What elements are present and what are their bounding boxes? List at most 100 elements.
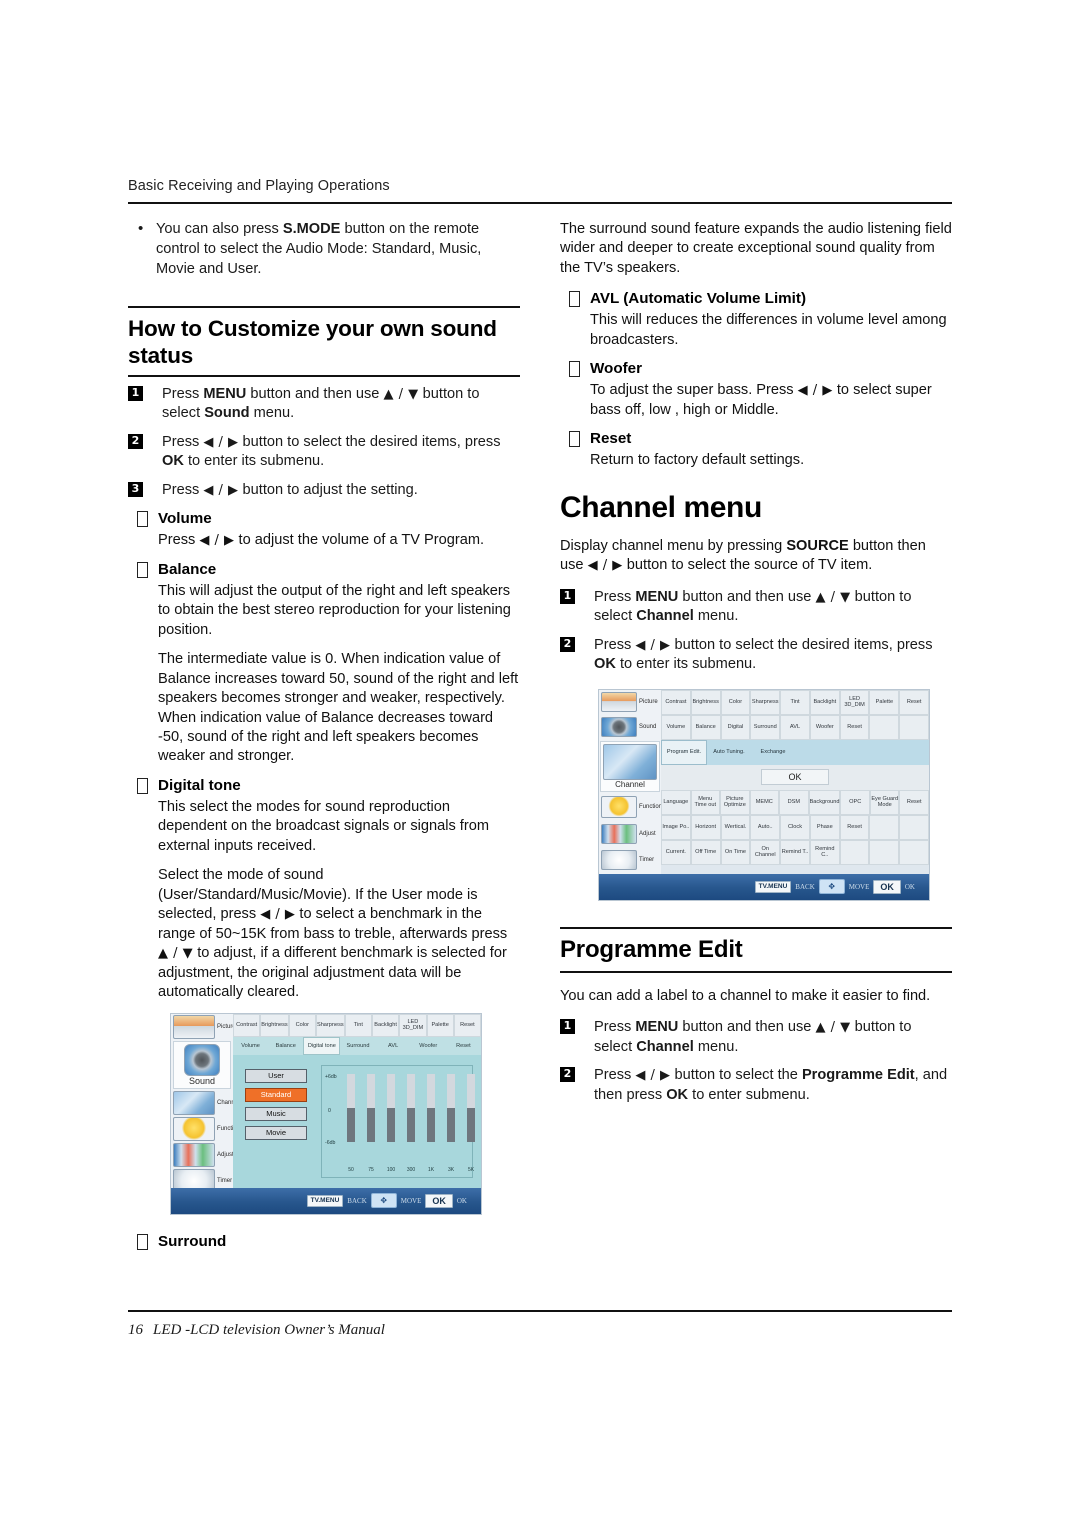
cell-auto-tuning[interactable]: Auto Tuning. (707, 740, 751, 765)
tab-woofer[interactable]: Woofer (411, 1037, 446, 1055)
tab-tint[interactable]: Tint (344, 1013, 372, 1037)
cell-picture-optimize[interactable]: Picture Optimize (720, 789, 750, 815)
cell-auto[interactable]: Auto.. (750, 814, 781, 840)
equalizer-chart: +6db 0 -6db 50 75 100 300 1K 3K 5K (321, 1064, 475, 1178)
ok-key[interactable]: OK (873, 879, 901, 894)
sidebar-item-label: Sound (639, 724, 657, 731)
cell-background[interactable]: Background (808, 789, 841, 815)
mode-button-standard[interactable]: Standard (245, 1087, 307, 1102)
cell-empty (839, 839, 870, 865)
move-label: MOVE (400, 1196, 422, 1205)
cell-clock[interactable]: Clock (780, 814, 810, 840)
dpad-icon[interactable]: ✥ (370, 1193, 397, 1209)
cell-program-edit[interactable]: Program Edit. (661, 739, 707, 765)
sidebar-item-sound[interactable]: Sound (173, 1040, 231, 1089)
cell-sharpness[interactable]: Sharpness (750, 689, 781, 715)
eq-bar[interactable] (367, 1073, 375, 1142)
updown-arrows-icon: ▲ / ▼ (383, 386, 419, 402)
tvmenu-key[interactable]: TV.MENU (306, 1194, 344, 1207)
cell-image-position[interactable]: Image Po.. (661, 814, 691, 840)
tab-color[interactable]: Color (288, 1013, 316, 1037)
cell-exchange[interactable]: Exchange (751, 740, 795, 765)
eq-axis-top: +6db (325, 1073, 337, 1080)
tab-surround[interactable]: Surround (340, 1037, 375, 1055)
sidebar-item-adjust[interactable]: Adjust (171, 1142, 234, 1168)
section-programme-edit: Programme Edit (560, 926, 952, 973)
sidebar-item-picture[interactable]: Picture (599, 690, 661, 715)
tab-led-3d-dim[interactable]: LED 3D_DIM (399, 1013, 427, 1037)
tab-backlight[interactable]: Backlight (371, 1013, 400, 1037)
tab-sharpness[interactable]: Sharpness (315, 1013, 345, 1037)
cell-reset[interactable]: Reset (839, 814, 870, 840)
sidebar-item-channel[interactable]: Channel (171, 1090, 239, 1116)
section-rule-top (560, 926, 952, 929)
eq-bar[interactable] (407, 1073, 415, 1142)
cell-digital[interactable]: Digital (720, 714, 751, 740)
box-bullet-icon (569, 431, 580, 448)
cell-memc[interactable]: MEMC (749, 789, 780, 815)
tab-reset[interactable]: Reset (453, 1013, 481, 1037)
cell-opc[interactable]: OPC (840, 789, 870, 815)
cell-on-time[interactable]: On Time (720, 839, 751, 865)
eq-bar[interactable] (467, 1073, 475, 1142)
tvmenu-key[interactable]: TV.MENU (754, 880, 792, 893)
tab-palette[interactable]: Palette (426, 1013, 454, 1037)
cell-brightness[interactable]: Brightness (690, 689, 721, 715)
cell-remind-time[interactable]: Remind T.. (780, 839, 810, 865)
cell-led-3d-dim[interactable]: LED 3D_DIM (839, 689, 870, 715)
cell-phase[interactable]: Phase (809, 814, 840, 840)
cell-menu-time-out[interactable]: Menu Time out (690, 789, 721, 815)
cell-color[interactable]: Color (720, 689, 751, 715)
updown-arrows-icon: ▲ / ▼ (815, 1020, 851, 1036)
cell-reset[interactable]: Reset (899, 689, 929, 715)
tab-balance[interactable]: Balance (268, 1037, 303, 1055)
cell-eye-guard-mode[interactable]: Eye Guard Mode (869, 789, 900, 815)
cell-balance[interactable]: Balance (690, 714, 721, 740)
osd-sound-panel: User Standard Music Movie +6db 0 -6db 50… (233, 1054, 481, 1188)
cell-dsm[interactable]: DSM (779, 789, 809, 815)
tab-avl[interactable]: AVL (376, 1037, 411, 1055)
sidebar-item-sound[interactable]: Sound (599, 715, 661, 740)
cell-language[interactable]: Language (661, 789, 691, 815)
sidebar-item-adjust[interactable]: Adjust (599, 821, 661, 847)
tab-reset[interactable]: Reset (446, 1037, 481, 1055)
mode-button-music[interactable]: Music (245, 1106, 307, 1121)
mode-button-movie[interactable]: Movie (245, 1125, 307, 1140)
sidebar-item-function[interactable]: Function (171, 1116, 240, 1142)
cell-tint[interactable]: Tint (780, 689, 810, 715)
eq-bar[interactable] (347, 1073, 355, 1142)
cell-volume[interactable]: Volume (661, 714, 691, 740)
cell-horizontal[interactable]: Horizont (690, 814, 721, 840)
tab-digital-tone[interactable]: Digital tone (303, 1036, 341, 1055)
cell-reset[interactable]: Reset (899, 789, 929, 815)
section-rule-bottom (560, 970, 952, 973)
sidebar-item-function[interactable]: Function (599, 793, 662, 821)
tab-contrast[interactable]: Contrast (233, 1013, 261, 1037)
tab-volume[interactable]: Volume (233, 1037, 268, 1055)
ok-key[interactable]: OK (425, 1193, 453, 1208)
dpad-icon[interactable]: ✥ (818, 879, 845, 895)
cell-remind-channel[interactable]: Remind C.. (809, 839, 840, 865)
cell-vertical[interactable]: Wertical. (720, 814, 751, 840)
sidebar-item-channel[interactable]: Channel (600, 740, 660, 792)
cell-current[interactable]: Current. (661, 839, 691, 865)
eq-bar[interactable] (387, 1073, 395, 1142)
cell-palette[interactable]: Palette (869, 689, 900, 715)
sidebar-item-timer[interactable]: Timer (599, 847, 661, 873)
eq-bar[interactable] (427, 1073, 435, 1142)
cell-on-channel[interactable]: On Channel (750, 839, 781, 865)
sidebar-item-picture[interactable]: Picture (171, 1014, 236, 1040)
cell-avl[interactable]: AVL (780, 714, 810, 740)
cell-reset[interactable]: Reset (839, 714, 870, 740)
subheading-label: Woofer (590, 360, 643, 378)
table-row-sound: Volume Balance Digital Surround AVL Woof… (661, 714, 929, 740)
cell-surround[interactable]: Surround (750, 714, 781, 740)
eq-bar[interactable] (447, 1073, 455, 1142)
cell-off-time[interactable]: Off Time (690, 839, 721, 865)
cell-backlight[interactable]: Backlight (809, 689, 840, 715)
cell-contrast[interactable]: Contrast (661, 689, 691, 715)
cell-woofer[interactable]: Woofer (809, 714, 840, 740)
ok-button[interactable]: OK (761, 769, 829, 786)
tab-brightness[interactable]: Brightness (260, 1013, 289, 1037)
mode-button-user[interactable]: User (245, 1068, 307, 1083)
